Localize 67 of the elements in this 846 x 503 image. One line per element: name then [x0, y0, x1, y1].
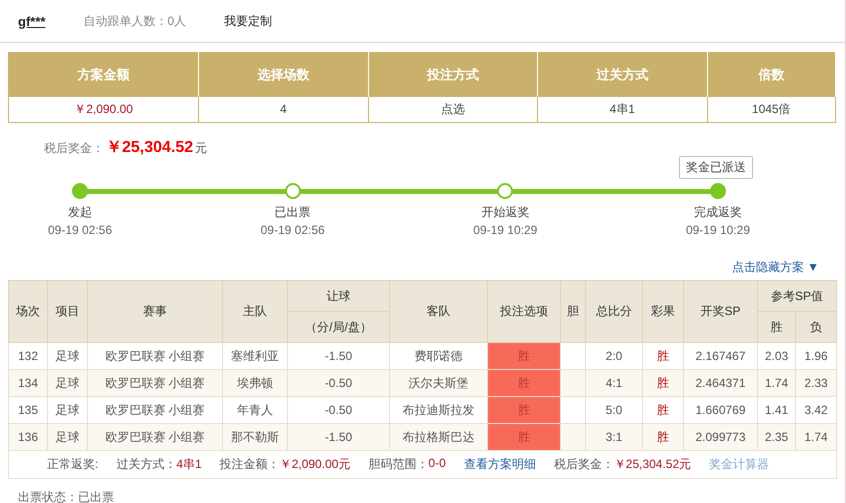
column-header: 客队 [390, 280, 488, 342]
field-label: 胆码范围： [368, 456, 428, 473]
column-header: 赛事 [88, 280, 222, 342]
column-header: （分/局/盘） [288, 312, 390, 342]
table-cell: 点选 [368, 96, 538, 122]
table-cell: -1.50 [288, 424, 390, 450]
table-cell: 那不勒斯 [222, 424, 288, 450]
field-label: 过关方式： [116, 456, 176, 473]
column-header: 负 [796, 312, 837, 342]
column-header: 胆 [560, 280, 586, 342]
prize-label: 税后奖金： [44, 140, 104, 157]
follower-count: 自动跟单人数：0人 [83, 12, 186, 30]
toggle-plan-link[interactable]: 点击隐藏方案 ▼ [732, 259, 819, 276]
column-header: 倍数 [707, 52, 836, 96]
column-header: 方案金额 [8, 52, 199, 96]
column-header: 开奖SP [684, 280, 758, 342]
column-header: 总比分 [586, 280, 642, 342]
step-time: 09-19 10:29 [473, 223, 538, 237]
table-cell: 欧罗巴联赛 小组赛 [88, 424, 222, 450]
step-time: 09-19 02:56 [48, 223, 112, 237]
table-cell: 足球 [48, 424, 88, 450]
field-value: 0-0 [428, 456, 446, 472]
field-value: ￥2,090.00元 [280, 456, 350, 473]
user-name[interactable]: gf*** [18, 14, 46, 28]
customize-link[interactable]: 我要定制 [224, 12, 272, 30]
prize-unit: 元 [195, 140, 208, 157]
bet-option-cell: 胜 [488, 396, 560, 424]
table-cell: 布拉格斯巴达 [390, 424, 488, 450]
table-cell: 136 [8, 424, 48, 450]
column-header: 投注选项 [488, 280, 560, 342]
column-header: 彩果 [642, 280, 684, 342]
table-cell: 2.35 [758, 424, 796, 450]
step-label: 发起 [68, 204, 92, 221]
prize-amount: ￥25,304.52 [106, 138, 194, 158]
column-header: 让球 [288, 280, 390, 312]
step-time: 09-19 10:29 [686, 223, 750, 237]
step-time: 09-19 02:56 [260, 223, 325, 237]
table-cell: 1.74 [796, 424, 837, 450]
column-header: 主队 [222, 280, 288, 342]
field-value: ￥25,304.52元 [614, 456, 692, 473]
table-cell: 1045倍 [707, 96, 836, 122]
step-label: 已出票 [274, 204, 311, 221]
bet-option-cell: 胜 [488, 370, 560, 396]
column-header: 场次 [8, 280, 48, 342]
table-cell: ￥2,090.00 [8, 96, 199, 122]
status-badge: 奖金已派送 [679, 156, 753, 179]
result-cell: 胜 [642, 424, 684, 450]
ticket-status: 出票状态：已出票 [17, 489, 115, 503]
column-header: 过关方式 [538, 52, 707, 96]
field-value: 4串1 [176, 456, 202, 473]
table-cell: 4串1 [538, 96, 707, 122]
field-label: 投注金额： [220, 456, 280, 473]
column-header: 选择场数 [198, 52, 368, 96]
bet-option-cell: 胜 [488, 342, 560, 370]
footer-label: 正常返奖: [47, 456, 98, 473]
table-cell: 2.099773 [684, 424, 758, 450]
bet-option-cell: 胜 [488, 424, 560, 450]
step-label: 完成返奖 [694, 204, 742, 221]
table-cell: 3:1 [586, 424, 642, 450]
plan-detail-link[interactable]: 查看方案明细 [464, 456, 536, 473]
column-header: 投注方式 [368, 52, 538, 96]
field-label: 税后奖金： [554, 456, 614, 473]
column-header: 项目 [48, 280, 88, 342]
step-label: 开始返奖 [481, 204, 530, 221]
table-cell: 4 [198, 96, 368, 122]
column-header: 参考SP值 [758, 280, 837, 312]
column-header: 胜 [758, 312, 796, 342]
